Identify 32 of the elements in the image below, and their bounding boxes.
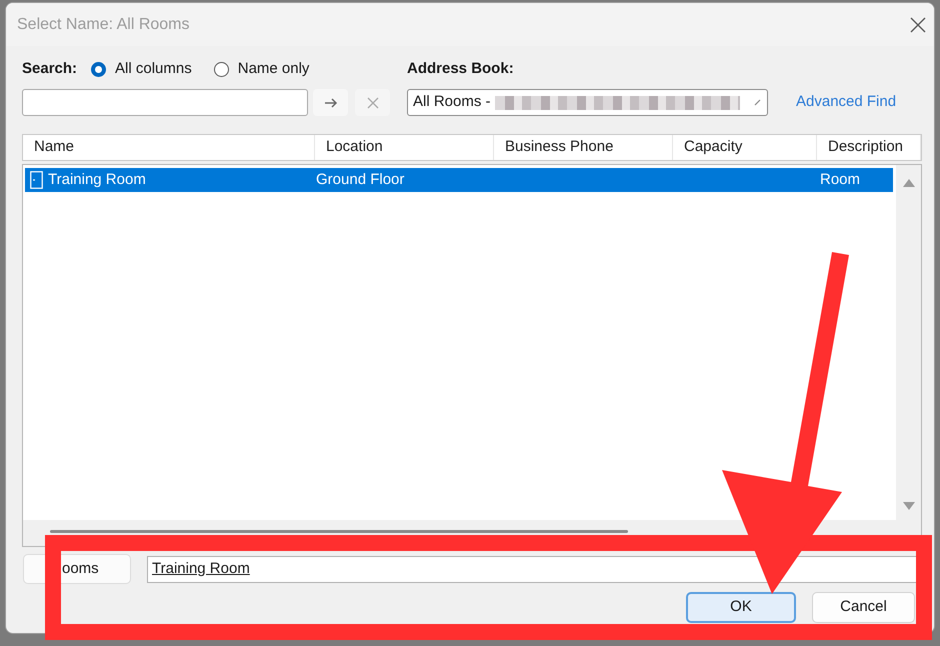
search-go-button[interactable]: [313, 89, 348, 116]
address-book-dropdown[interactable]: All Rooms -: [407, 89, 768, 116]
up-triangle-icon[interactable]: [902, 179, 914, 187]
radio-button[interactable]: [91, 62, 106, 76]
window-title: Select Name: All Rooms: [17, 14, 190, 34]
column-header[interactable]: Name: [23, 135, 315, 160]
name-field[interactable]: Training Room: [147, 556, 918, 582]
advanced-find-link[interactable]: Advanced Find: [796, 91, 896, 114]
column-header[interactable]: Description: [817, 135, 921, 160]
search-field[interactable]: [22, 89, 308, 116]
table-row[interactable]: Training Room Ground Floor Room: [25, 168, 893, 192]
room-name: Training Room: [48, 170, 146, 190]
address-book-label: Address Book:: [407, 58, 514, 79]
room-description: Room: [820, 171, 860, 188]
arrow-icon: [324, 98, 338, 108]
radio-label[interactable]: Name only: [238, 58, 310, 80]
search-label: Search:: [22, 58, 78, 79]
door-icon: [30, 171, 43, 189]
cancel-button[interactable]: Cancel: [812, 592, 915, 623]
radio-label[interactable]: All columns: [115, 58, 192, 80]
down-triangle-icon[interactable]: [902, 502, 914, 510]
cross-icon: [366, 96, 378, 108]
close-icon: [910, 16, 926, 32]
column-header[interactable]: Business Phone: [494, 135, 673, 160]
caret-icon: [754, 99, 761, 106]
column-header[interactable]: Location: [315, 135, 494, 160]
clear-search-button[interactable]: [355, 89, 390, 116]
column-header[interactable]: Capacity: [673, 135, 817, 160]
radio-button[interactable]: [214, 62, 229, 76]
scrollbar-thumb[interactable]: [50, 530, 628, 533]
room-location: Ground Floor: [316, 171, 404, 188]
ok-button[interactable]: OK: [686, 592, 796, 623]
